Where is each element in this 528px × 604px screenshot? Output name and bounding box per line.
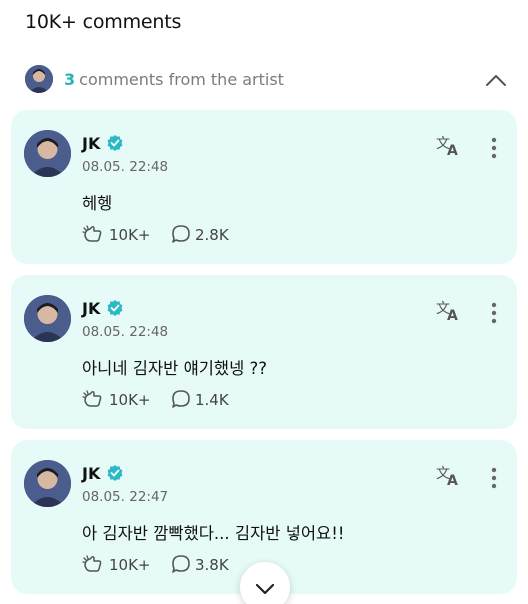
- reply-count: 3.8K: [195, 556, 229, 574]
- comment-time: 08.05. 22:48: [82, 159, 169, 175]
- svg-text:A: A: [447, 308, 458, 323]
- comment-time: 08.05. 22:48: [82, 324, 169, 340]
- reply-icon[interactable]: [171, 554, 191, 574]
- more-options-icon[interactable]: [485, 301, 503, 325]
- reply-icon[interactable]: [171, 224, 191, 244]
- chevron-up-icon[interactable]: [484, 69, 508, 93]
- translate-icon[interactable]: 文 A: [435, 464, 461, 488]
- comment-author[interactable]: JK: [82, 464, 100, 483]
- reply-count: 2.8K: [195, 226, 229, 244]
- comment-text: 헤헹: [82, 194, 113, 213]
- artist-avatar: [25, 65, 53, 93]
- reply-count: 1.4K: [195, 391, 229, 409]
- verified-badge-icon: [107, 465, 123, 481]
- avatar[interactable]: [24, 295, 71, 342]
- svg-text:A: A: [447, 143, 458, 158]
- cheer-count: 10K+: [109, 391, 151, 409]
- scroll-down-button[interactable]: [240, 562, 290, 604]
- comment-author[interactable]: JK: [82, 134, 100, 153]
- more-options-icon[interactable]: [485, 466, 503, 490]
- artist-comments-text: comments from the artist: [79, 70, 284, 89]
- cheer-count: 10K+: [109, 226, 151, 244]
- cheer-icon[interactable]: [82, 389, 104, 411]
- translate-icon[interactable]: 文 A: [435, 134, 461, 158]
- verified-badge-icon: [107, 135, 123, 151]
- svg-text:A: A: [447, 473, 458, 488]
- avatar[interactable]: [24, 130, 71, 177]
- cheer-icon[interactable]: [82, 554, 104, 576]
- comment-text: 아니네 김자반 얘기했넹 ??: [82, 359, 268, 378]
- more-options-icon[interactable]: [485, 136, 503, 160]
- comments-header-title: 10K+ comments: [25, 11, 182, 33]
- verified-badge-icon: [107, 300, 123, 316]
- reply-icon[interactable]: [171, 389, 191, 409]
- comment-card[interactable]: JK 08.05. 22:48 헤헹 文 A 10K+ 2.8K: [11, 110, 517, 264]
- cheer-count: 10K+: [109, 556, 151, 574]
- translate-icon[interactable]: 文 A: [435, 299, 461, 323]
- avatar[interactable]: [24, 460, 71, 507]
- comment-time: 08.05. 22:47: [82, 489, 169, 505]
- comment-text: 아 김자반 깜빡했다... 김자반 넣어요!!: [82, 524, 345, 543]
- chevron-down-icon: [255, 583, 275, 595]
- artist-comments-count: 3: [64, 70, 76, 89]
- artist-comments-label: 3 comments from the artist: [64, 70, 284, 89]
- artist-comments-toggle[interactable]: 3 comments from the artist: [0, 60, 528, 102]
- cheer-icon[interactable]: [82, 224, 104, 246]
- comment-author[interactable]: JK: [82, 299, 100, 318]
- comment-card[interactable]: JK 08.05. 22:48 아니네 김자반 얘기했넹 ?? 文 A 10K+…: [11, 275, 517, 429]
